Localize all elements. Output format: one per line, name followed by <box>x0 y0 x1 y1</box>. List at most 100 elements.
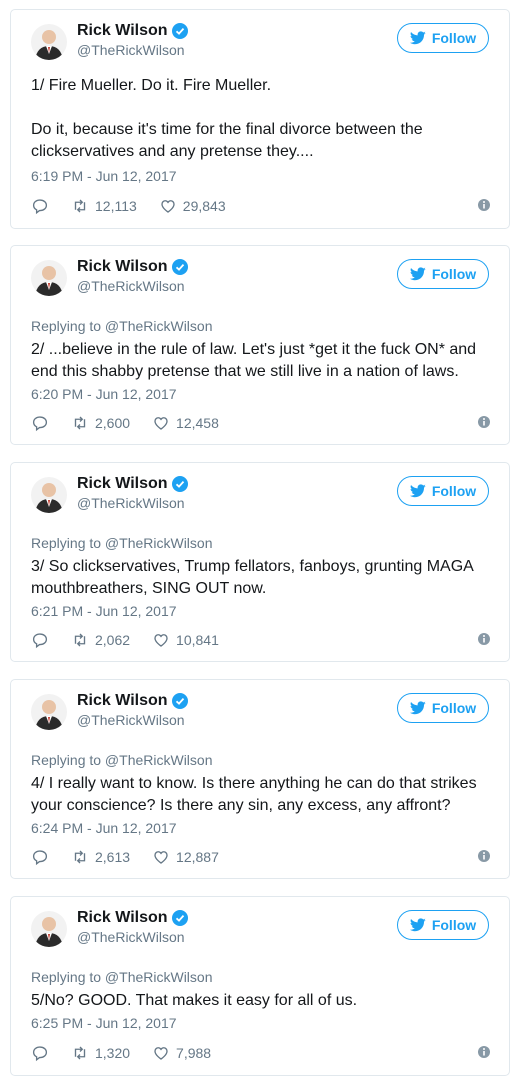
tweet-actions: 12,113 29,843 <box>31 196 491 216</box>
display-name-text: Rick Wilson <box>77 475 168 492</box>
user-handle[interactable]: @TheRickWilson <box>77 929 185 945</box>
info-icon[interactable] <box>477 1045 491 1059</box>
follow-button[interactable]: Follow <box>397 910 489 940</box>
retweet-button[interactable]: 2,600 <box>71 414 130 432</box>
like-count: 10,841 <box>176 632 219 648</box>
heart-icon <box>154 1047 168 1060</box>
retweet-button[interactable]: 1,320 <box>71 1044 130 1062</box>
display-name[interactable]: Rick Wilson <box>77 22 188 40</box>
tweet-text: 4/ I really want to know. Is there anyth… <box>31 775 482 814</box>
display-name-text: Rick Wilson <box>77 909 168 926</box>
verified-badge-icon <box>171 23 188 39</box>
tweet-actions: 2,600 12,458 <box>31 413 491 433</box>
twitter-bird-icon <box>409 484 426 498</box>
info-icon[interactable] <box>477 849 491 863</box>
retweet-count: 2,613 <box>95 849 131 865</box>
tweet-card: Rick Wilson @TheRickWilson Follow Replyi… <box>10 679 510 879</box>
like-count: 12,458 <box>176 415 219 431</box>
heart-icon <box>161 200 175 213</box>
display-name-text: Rick Wilson <box>77 258 168 275</box>
display-name[interactable]: Rick Wilson <box>77 692 188 710</box>
reply-icon <box>32 633 48 649</box>
heart-icon <box>154 417 168 430</box>
info-icon[interactable] <box>477 632 491 646</box>
reply-button[interactable] <box>31 197 49 215</box>
heart-icon <box>154 851 168 864</box>
tweet-timestamp[interactable]: 6:24 PM - Jun 12, 2017 <box>31 820 177 836</box>
twitter-bird-icon <box>409 31 426 45</box>
user-handle[interactable]: @TheRickWilson <box>77 42 185 58</box>
avatar[interactable] <box>31 911 67 947</box>
like-count: 29,843 <box>182 198 226 214</box>
follow-label: Follow <box>431 30 477 46</box>
follow-label: Follow <box>431 483 477 499</box>
avatar[interactable] <box>31 24 67 60</box>
avatar[interactable] <box>31 260 67 296</box>
tweet-timestamp[interactable]: 6:21 PM - Jun 12, 2017 <box>31 603 177 619</box>
like-button[interactable]: 12,458 <box>152 414 219 432</box>
replying-to[interactable]: Replying to @TheRickWilson <box>31 752 213 768</box>
display-name-text: Rick Wilson <box>77 22 168 39</box>
retweet-icon <box>74 633 86 647</box>
reply-icon <box>32 199 48 215</box>
retweet-count: 12,113 <box>95 198 137 214</box>
retweet-icon <box>74 416 86 430</box>
tweet-text: 2/ ...believe in the rule of law. Let's … <box>31 341 481 380</box>
follow-label: Follow <box>431 700 477 716</box>
verified-badge-icon <box>171 910 188 926</box>
follow-button[interactable]: Follow <box>397 476 489 506</box>
avatar[interactable] <box>31 477 67 513</box>
reply-button[interactable] <box>31 848 49 866</box>
follow-button[interactable]: Follow <box>397 693 489 723</box>
follow-label: Follow <box>431 266 477 282</box>
info-icon[interactable] <box>477 198 491 212</box>
like-button[interactable]: 12,887 <box>152 848 219 866</box>
retweet-icon <box>74 199 86 213</box>
display-name-text: Rick Wilson <box>77 692 168 709</box>
follow-button[interactable]: Follow <box>397 259 489 289</box>
retweet-count: 2,600 <box>95 415 131 431</box>
info-icon[interactable] <box>477 415 491 429</box>
tweet-timestamp[interactable]: 6:25 PM - Jun 12, 2017 <box>31 1015 177 1031</box>
like-count: 7,988 <box>176 1045 212 1061</box>
like-button[interactable]: 29,843 <box>159 197 226 215</box>
tweet-timestamp[interactable]: 6:20 PM - Jun 12, 2017 <box>31 386 177 402</box>
follow-button[interactable]: Follow <box>397 23 489 53</box>
reply-button[interactable] <box>31 414 49 432</box>
twitter-bird-icon <box>409 918 426 932</box>
tweet-card: Rick Wilson @TheRickWilson Follow 1/ Fir… <box>10 9 510 229</box>
like-button[interactable]: 10,841 <box>152 631 219 649</box>
display-name[interactable]: Rick Wilson <box>77 909 188 927</box>
avatar[interactable] <box>31 694 67 730</box>
reply-button[interactable] <box>31 1044 49 1062</box>
user-handle[interactable]: @TheRickWilson <box>77 495 185 511</box>
reply-button[interactable] <box>31 631 49 649</box>
retweet-icon <box>74 850 86 864</box>
tweet-text: 5/No? GOOD. That makes it easy for all o… <box>31 992 358 1009</box>
tweet-actions: 1,320 7,988 <box>31 1043 491 1063</box>
reply-icon <box>32 850 48 866</box>
tweet-card: Rick Wilson @TheRickWilson Follow Replyi… <box>10 462 510 662</box>
replying-to[interactable]: Replying to @TheRickWilson <box>31 535 213 551</box>
tweet-text: 1/ Fire Mueller. Do it. Fire Mueller. Do… <box>31 77 423 160</box>
retweet-button[interactable]: 2,613 <box>71 848 130 866</box>
retweet-button[interactable]: 2,062 <box>71 631 130 649</box>
replying-to[interactable]: Replying to @TheRickWilson <box>31 969 213 985</box>
replying-to[interactable]: Replying to @TheRickWilson <box>31 318 213 334</box>
retweet-count: 2,062 <box>95 632 131 648</box>
retweet-button[interactable]: 12,113 <box>71 197 137 215</box>
heart-icon <box>154 634 168 647</box>
twitter-bird-icon <box>409 701 426 715</box>
user-handle[interactable]: @TheRickWilson <box>77 278 185 294</box>
display-name[interactable]: Rick Wilson <box>77 475 188 493</box>
verified-badge-icon <box>171 476 188 492</box>
follow-label: Follow <box>431 917 477 933</box>
like-button[interactable]: 7,988 <box>152 1044 211 1062</box>
user-handle[interactable]: @TheRickWilson <box>77 712 185 728</box>
retweet-icon <box>74 1046 86 1060</box>
display-name[interactable]: Rick Wilson <box>77 258 188 276</box>
like-count: 12,887 <box>176 849 219 865</box>
tweet-card: Rick Wilson @TheRickWilson Follow Replyi… <box>10 245 510 445</box>
tweet-timestamp[interactable]: 6:19 PM - Jun 12, 2017 <box>31 168 177 184</box>
verified-badge-icon <box>171 693 188 709</box>
